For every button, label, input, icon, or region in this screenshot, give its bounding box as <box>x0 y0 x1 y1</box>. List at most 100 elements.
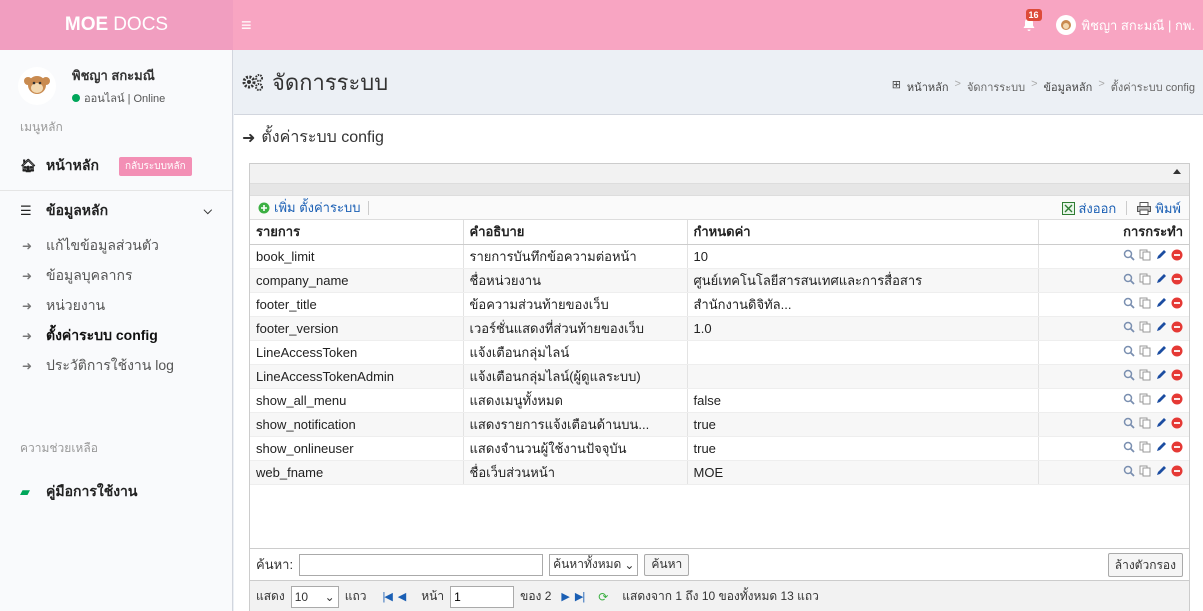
add-config-button[interactable]: เพิ่ม ตั้งค่าระบบ <box>254 197 364 218</box>
breadcrumb-home[interactable]: หน้าหลัก <box>907 78 949 96</box>
sidebar-sub-personnel[interactable]: ➜ ข้อมูลบุคลากร <box>0 261 232 291</box>
cell-description: เวอร์ชั่นแสดงที่ส่วนท้ายของเว็บ <box>463 316 688 341</box>
sidebar-sub-label: หน่วยงาน <box>46 297 106 313</box>
sidebar-sub-department[interactable]: ➜ หน่วยงาน <box>0 291 232 321</box>
delete-icon[interactable] <box>1170 272 1183 285</box>
online-dot-icon <box>72 94 80 102</box>
column-header-item[interactable]: รายการ <box>250 220 464 245</box>
copy-icon[interactable] <box>1138 464 1151 477</box>
view-icon[interactable] <box>1122 416 1135 429</box>
view-icon[interactable] <box>1122 272 1135 285</box>
online-status-label: ออนไลน์ | Online <box>84 93 166 105</box>
delete-icon[interactable] <box>1170 464 1183 477</box>
cell-value: 10 <box>687 244 1039 269</box>
delete-icon[interactable] <box>1170 368 1183 381</box>
reset-filter-button[interactable]: ล้างตัวกรอง <box>1107 553 1183 577</box>
breadcrumb-manage[interactable]: จัดการระบบ <box>967 78 1025 96</box>
table-row[interactable]: show_onlineuser แสดงจำนวนผู้ใช้งานปัจจุบั… <box>250 436 1189 461</box>
brand-logo[interactable]: MOE DOCS <box>0 0 233 50</box>
copy-icon[interactable] <box>1138 368 1151 381</box>
table-row[interactable]: show_notification แสดงรายการแจ้งเตือนด้าน… <box>250 412 1189 437</box>
cell-actions <box>1038 340 1189 365</box>
edit-icon[interactable] <box>1154 344 1167 357</box>
table-row[interactable]: LineAccessToken แจ้งเตือนกลุ่มไลน์ <box>250 340 1189 365</box>
breadcrumb: ⊞ หน้าหลัก > จัดการระบบ > ข้อมูลหลัก > ต… <box>891 78 1195 96</box>
table-row[interactable]: show_all_menu แสดงเมนูทั้งหมด false <box>250 388 1189 413</box>
edit-icon[interactable] <box>1154 296 1167 309</box>
copy-icon[interactable] <box>1138 320 1151 333</box>
first-page-icon[interactable]: |◀ <box>382 590 392 603</box>
copy-icon[interactable] <box>1138 344 1151 357</box>
delete-icon[interactable] <box>1170 392 1183 405</box>
sidebar-sub-profile[interactable]: ➜ แก้ไขข้อมูลส่วนตัว <box>0 231 232 261</box>
search-input[interactable] <box>299 553 544 576</box>
edit-icon[interactable] <box>1154 368 1167 381</box>
sign-in-icon: ➜ <box>22 239 33 253</box>
notification-button[interactable]: 16 <box>1014 9 1044 40</box>
sidebar-item-manual[interactable]: ▰ คู่มือการใช้งาน <box>0 475 232 509</box>
table-row[interactable]: company_name ชื่อหน่วยงาน ศูนย์เทคโนโลยีสา… <box>250 268 1189 293</box>
next-page-icon[interactable]: ▶ <box>561 590 570 603</box>
edit-icon[interactable] <box>1154 440 1167 453</box>
view-icon[interactable] <box>1122 344 1135 357</box>
edit-icon[interactable] <box>1154 464 1167 477</box>
delete-icon[interactable] <box>1170 440 1183 453</box>
sidebar-sub-config[interactable]: ➜ ตั้งค่าระบบ config <box>0 321 232 351</box>
export-button[interactable]: ส่งออก <box>1058 198 1121 219</box>
sidebar-item-data[interactable]: ☰ ข้อมูลหลัก ⌵ <box>0 191 232 231</box>
column-header-value[interactable]: กำหนดค่า <box>687 220 1039 245</box>
view-icon[interactable] <box>1122 464 1135 477</box>
page-size-select[interactable]: 10 ⌄ <box>290 585 339 608</box>
copy-icon[interactable] <box>1138 248 1151 261</box>
view-icon[interactable] <box>1122 368 1135 381</box>
print-label: พิมพ์ <box>1155 200 1181 216</box>
print-button[interactable]: พิมพ์ <box>1133 198 1185 219</box>
search-button[interactable]: ค้นหา <box>644 553 690 576</box>
table-row[interactable]: footer_version เวอร์ชั่นแสดงที่ส่วนท้ายขอ… <box>250 316 1189 341</box>
back-to-main-badge[interactable]: กลับระบบหลัก <box>118 156 192 176</box>
page-number-input[interactable] <box>450 585 515 608</box>
view-icon[interactable] <box>1122 440 1135 453</box>
grid-caption <box>250 164 1189 184</box>
view-icon[interactable] <box>1122 392 1135 405</box>
table-row[interactable]: web_fname ชื่อเว็บส่วนหน้า MOE <box>250 460 1189 485</box>
cell-actions <box>1038 388 1189 413</box>
edit-icon[interactable] <box>1154 248 1167 261</box>
view-icon[interactable] <box>1122 296 1135 309</box>
delete-icon[interactable] <box>1170 344 1183 357</box>
table-row[interactable]: footer_title ข้อความส่วนท้ายของเว็บ สำนักง… <box>250 292 1189 317</box>
delete-icon[interactable] <box>1170 248 1183 261</box>
delete-icon[interactable] <box>1170 320 1183 333</box>
last-page-icon[interactable]: ▶| <box>575 590 585 603</box>
copy-icon[interactable] <box>1138 272 1151 285</box>
page-count-label: ของ 2 <box>520 589 552 603</box>
edit-icon[interactable] <box>1154 392 1167 405</box>
copy-icon[interactable] <box>1138 416 1151 429</box>
sidebar-item-home[interactable]: 🏠︎ หน้าหลัก กลับระบบหลัก <box>0 148 232 184</box>
copy-icon[interactable] <box>1138 440 1151 453</box>
pager: แสดง 10 ⌄ แถว |◀ ◀ หน้า ของ 2 ▶ ▶| ⟳ แสดง… <box>250 580 1189 611</box>
sidebar-sub-log[interactable]: ➜ ประวัติการใช้งาน log <box>0 351 232 381</box>
table-row[interactable]: LineAccessTokenAdmin แจ้งเตือนกลุ่มไลน์(ผ… <box>250 364 1189 389</box>
edit-icon[interactable] <box>1154 416 1167 429</box>
edit-icon[interactable] <box>1154 272 1167 285</box>
delete-icon[interactable] <box>1170 416 1183 429</box>
search-scope-select[interactable]: ค้นหาทั้งหมด ⌄ <box>549 553 639 576</box>
edit-icon[interactable] <box>1154 320 1167 333</box>
copy-icon[interactable] <box>1138 296 1151 309</box>
cell-description: ข้อความส่วนท้ายของเว็บ <box>463 292 688 317</box>
refresh-icon[interactable]: ⟳ <box>598 590 608 604</box>
menu-toggle-icon[interactable]: ≡ <box>241 15 252 36</box>
view-icon[interactable] <box>1122 320 1135 333</box>
view-icon[interactable] <box>1122 248 1135 261</box>
copy-icon[interactable] <box>1138 392 1151 405</box>
search-bar: ค้นหา: ค้นหาทั้งหมด ⌄ ค้นหา ล้างตัวกรอง <box>250 548 1189 580</box>
table-row[interactable]: book_limit รายการบันทึกข้อความต่อหน้า 10 <box>250 244 1189 269</box>
column-header-description[interactable]: คำอธิบาย <box>463 220 688 245</box>
collapse-grid-icon[interactable] <box>1173 169 1181 174</box>
prev-page-icon[interactable]: ◀ <box>398 590 407 603</box>
breadcrumb-data[interactable]: ข้อมูลหลัก <box>1044 78 1093 96</box>
sign-in-icon: ➜ <box>22 329 33 343</box>
delete-icon[interactable] <box>1170 296 1183 309</box>
user-menu[interactable]: พิชญา สกะมณี | กพ. <box>1055 15 1195 36</box>
